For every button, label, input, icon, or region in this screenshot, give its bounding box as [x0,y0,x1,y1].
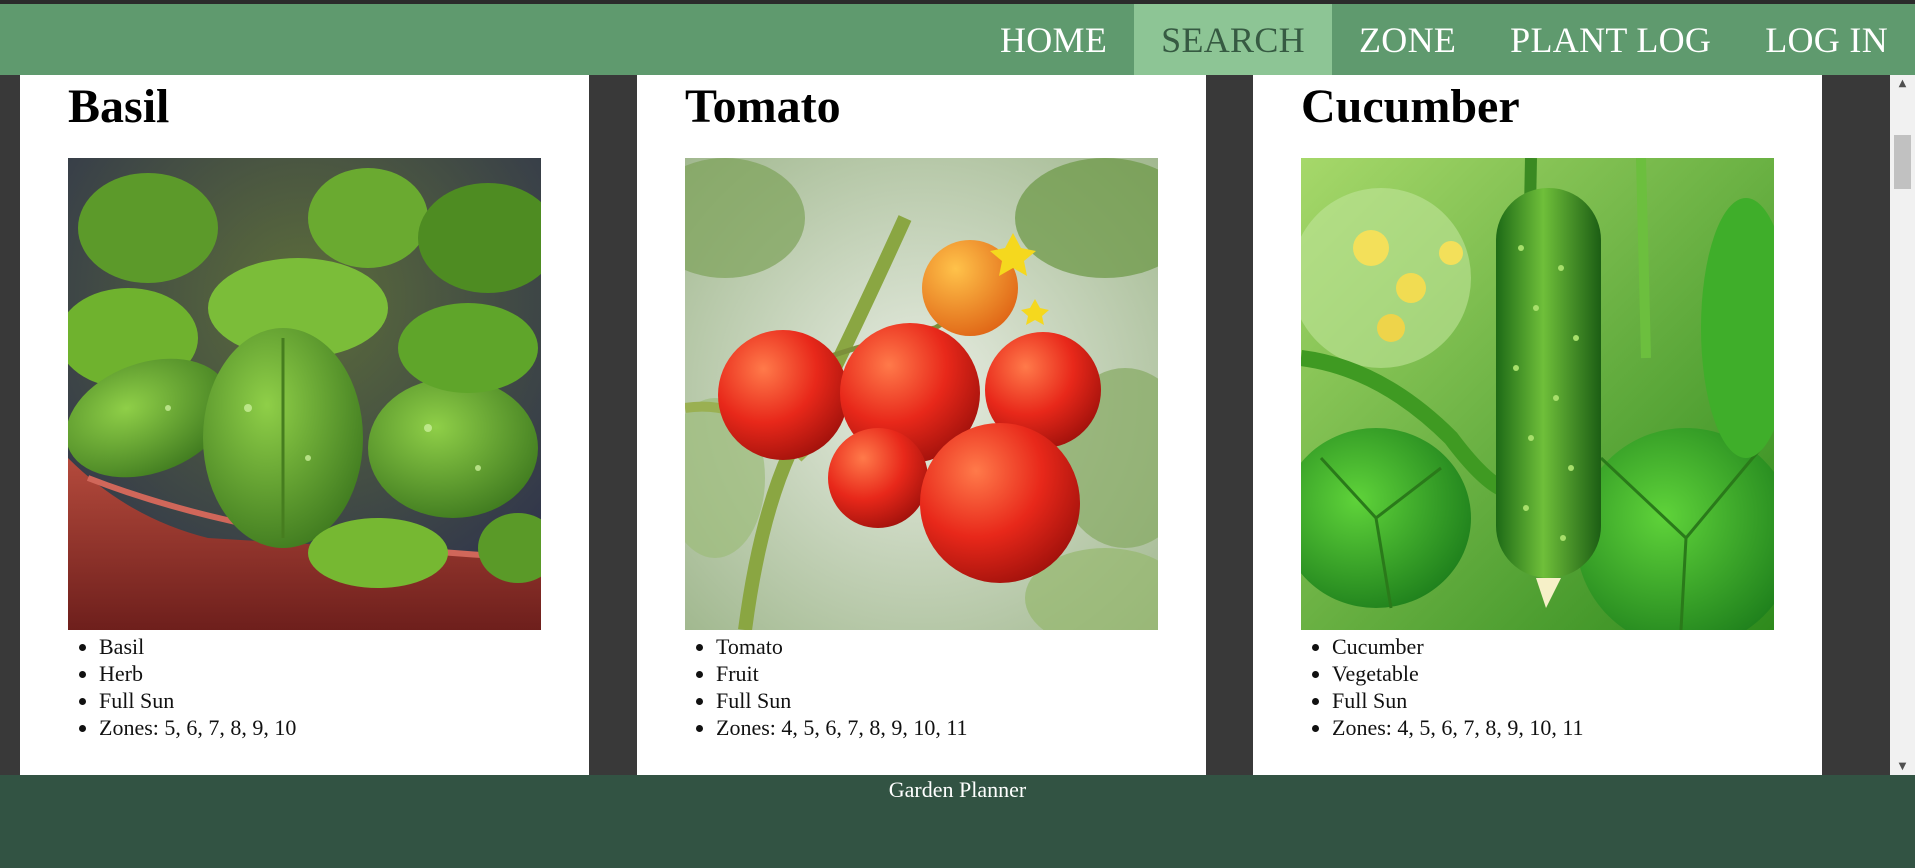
plant-details-list: Basil Herb Full Sun Zones: 5, 6, 7, 8, 9… [68,633,296,741]
nav-plant-log[interactable]: PLANT LOG [1483,4,1738,75]
plant-title: Basil [68,80,170,133]
plant-zones: Zones: 5, 6, 7, 8, 9, 10 [99,714,296,741]
plant-sun: Full Sun [1332,687,1584,714]
main-nav: HOME SEARCH ZONE PLANT LOG LOG IN [0,4,1915,75]
vertical-scrollbar[interactable]: ▲ ▼ [1890,75,1915,775]
plant-card-tomato: Tomato • Tomato • Fruit • Full Sun • Zon… [637,75,1206,775]
plant-details-list: Cucumber Vegetable Full Sun Zones: 4, 5,… [1301,633,1584,741]
plant-name: Cucumber [1332,633,1584,660]
plant-type: Fruit [716,660,968,687]
plant-title: Cucumber [1301,80,1520,133]
tomato-photo [685,158,1158,630]
plant-card-basil: Basil • Basil • Herb • Full Sun • Zones:… [20,75,589,775]
basil-photo [68,158,541,630]
nav-search[interactable]: SEARCH [1134,4,1332,75]
footer-text: Garden Planner [888,777,1027,802]
scroll-up-arrow-icon[interactable]: ▲ [1890,75,1915,92]
plant-type: Herb [99,660,296,687]
plant-name: Basil [99,633,296,660]
plant-title: Tomato [685,80,841,133]
nav-home[interactable]: HOME [973,4,1134,75]
plant-name: Tomato [716,633,968,660]
plant-type: Vegetable [1332,660,1584,687]
cucumber-photo [1301,158,1774,630]
plant-zones: Zones: 4, 5, 6, 7, 8, 9, 10, 11 [716,714,968,741]
plant-zones: Zones: 4, 5, 6, 7, 8, 9, 10, 11 [1332,714,1584,741]
plant-sun: Full Sun [99,687,296,714]
plant-card-cucumber: Cucumber • Cucumber • Vegetable • Full S… [1253,75,1822,775]
plant-results: Basil • Basil • Herb • Full Sun • Zones:… [0,75,1890,775]
plant-details-list: Tomato Fruit Full Sun Zones: 4, 5, 6, 7,… [685,633,968,741]
scroll-thumb[interactable] [1894,135,1911,189]
nav-log-in[interactable]: LOG IN [1738,4,1915,75]
nav-zone[interactable]: ZONE [1332,4,1483,75]
page-footer: Garden Planner [0,775,1915,868]
scroll-down-arrow-icon[interactable]: ▼ [1890,758,1915,775]
plant-sun: Full Sun [716,687,968,714]
